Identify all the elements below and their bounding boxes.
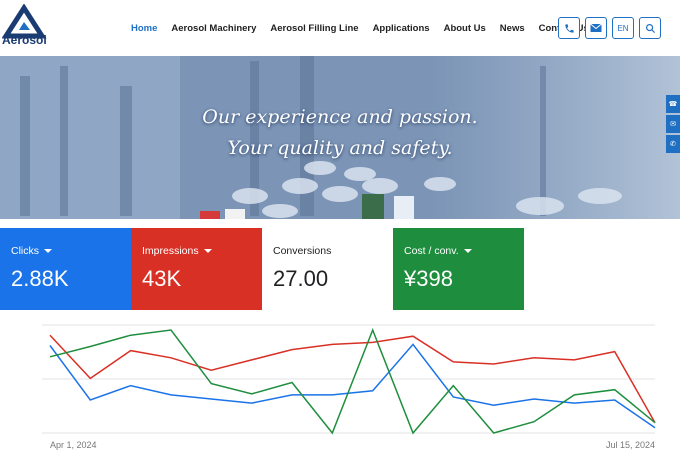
metric-label: Impressions bbox=[142, 245, 262, 257]
metric-label-text: Impressions bbox=[142, 245, 199, 257]
metric-label-text: Cost / conv. bbox=[404, 245, 459, 257]
x-axis-end-label: Jul 15, 2024 bbox=[606, 440, 655, 450]
phone-button[interactable] bbox=[558, 17, 580, 39]
language-button[interactable]: EN bbox=[612, 17, 634, 39]
metric-label-text: Conversions bbox=[273, 245, 332, 257]
metric-label: Clicks bbox=[11, 245, 131, 257]
hero-banner: Our experience and passion. Your quality… bbox=[0, 56, 680, 219]
dropdown-caret-icon[interactable] bbox=[463, 249, 472, 253]
mail-icon: ✉ bbox=[670, 121, 676, 128]
dropdown-caret-icon[interactable] bbox=[44, 249, 52, 253]
nav-item-aerosol-machinery[interactable]: Aerosol Machinery bbox=[171, 23, 256, 34]
mail-icon bbox=[590, 23, 602, 32]
metric-card-impressions[interactable]: Impressions 43K bbox=[131, 228, 262, 310]
performance-chart: Apr 1, 2024 Jul 15, 2024 bbox=[42, 324, 656, 450]
phone-icon bbox=[564, 23, 574, 33]
side-mail-tab[interactable]: ✉ bbox=[666, 115, 680, 133]
series-line-cost-conv bbox=[49, 327, 656, 435]
metric-value: 27.00 bbox=[273, 266, 329, 291]
metric-value: ¥398 bbox=[404, 266, 453, 291]
dropdown-caret-icon[interactable] bbox=[203, 249, 212, 253]
metric-card-clicks[interactable]: Clicks 2.88K bbox=[0, 228, 131, 310]
search-button[interactable] bbox=[639, 17, 661, 39]
main-nav: Home Aerosol Machinery Aerosol Filling Lin… bbox=[131, 0, 603, 56]
nav-item-applications[interactable]: Applications bbox=[373, 23, 430, 34]
nav-item-about-us[interactable]: About Us bbox=[444, 23, 486, 34]
metric-label-text: Clicks bbox=[11, 245, 39, 257]
whatsapp-icon: ✆ bbox=[670, 141, 676, 148]
metric-value: 43K bbox=[142, 266, 182, 291]
search-icon bbox=[645, 23, 655, 33]
metric-label: Conversions bbox=[273, 245, 393, 257]
nav-item-news[interactable]: News bbox=[500, 23, 525, 34]
metric-card-cost-conv[interactable]: Cost / conv. ¥398 bbox=[393, 228, 524, 310]
metric-label: Cost / conv. bbox=[404, 245, 524, 257]
hero-subheadline: Your quality and safety. bbox=[227, 137, 453, 159]
site-header: Aerosol Home Aerosol Machinery Aerosol Fil… bbox=[0, 0, 680, 56]
side-contact-tabs: ☎ ✉ ✆ bbox=[666, 95, 680, 155]
series-line-clicks bbox=[49, 343, 656, 429]
metric-value: 2.88K bbox=[11, 266, 69, 291]
logo-text: Aerosol bbox=[2, 33, 47, 47]
nav-item-aerosol-filling-line[interactable]: Aerosol Filling Line bbox=[270, 23, 358, 34]
side-phone-tab[interactable]: ☎ bbox=[666, 95, 680, 113]
hero-headline: Our experience and passion. bbox=[202, 106, 478, 128]
phone-icon: ☎ bbox=[668, 101, 678, 108]
metric-card-conversions[interactable]: Conversions 27.00 bbox=[262, 228, 393, 310]
side-whatsapp-tab[interactable]: ✆ bbox=[666, 135, 680, 153]
nav-item-home[interactable]: Home bbox=[131, 23, 157, 34]
language-label: EN bbox=[617, 23, 629, 33]
mail-button[interactable] bbox=[585, 17, 607, 39]
x-axis-start-label: Apr 1, 2024 bbox=[50, 440, 97, 450]
